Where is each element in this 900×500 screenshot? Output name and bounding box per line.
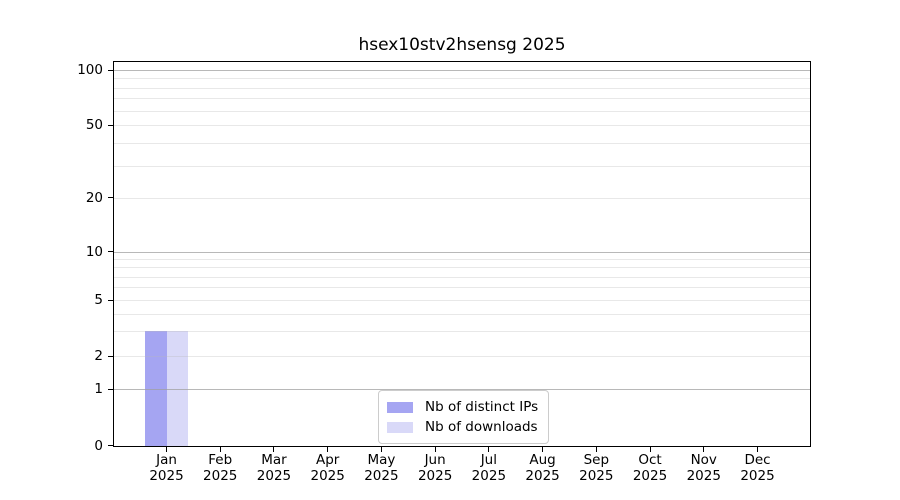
gridline-minor [114, 259, 810, 260]
y-tick-mark [108, 389, 113, 390]
gridline-minor [114, 331, 810, 332]
gridline-major [114, 252, 810, 253]
chart-figure: hsex10stv2hsensg 2025 Nb of distinct IPs… [0, 0, 900, 500]
y-tick-label: 5 [33, 292, 103, 308]
x-tick-label: Aug 2025 [515, 452, 571, 484]
gridline-minor [114, 98, 810, 99]
x-tick-label: Nov 2025 [676, 452, 732, 484]
y-tick-label: 2 [33, 348, 103, 364]
x-tick-label: Apr 2025 [300, 452, 356, 484]
legend-swatch-distinct-ips [387, 402, 413, 413]
x-tick-label: Jun 2025 [407, 452, 463, 484]
gridline-minor [114, 111, 810, 112]
gridline-minor [114, 88, 810, 89]
y-tick-label: 1 [33, 381, 103, 397]
gridline-minor [114, 267, 810, 268]
gridline-minor [114, 166, 810, 167]
y-tick-label: 20 [33, 190, 103, 206]
gridline-minor [114, 277, 810, 278]
gridline-minor [114, 198, 810, 199]
y-tick-mark [108, 197, 113, 198]
y-tick-label: 100 [33, 62, 103, 78]
y-tick-mark [108, 445, 113, 446]
y-tick-mark [108, 251, 113, 252]
gridline-minor [114, 143, 810, 144]
x-tick-label: May 2025 [353, 452, 409, 484]
x-tick-label: Oct 2025 [622, 452, 678, 484]
x-tick-label: Sep 2025 [568, 452, 624, 484]
x-tick-label: Feb 2025 [192, 452, 248, 484]
x-tick-label: Jul 2025 [461, 452, 517, 484]
y-tick-mark [108, 70, 113, 71]
legend-label-downloads: Nb of downloads [425, 419, 538, 435]
y-tick-mark [108, 356, 113, 357]
y-tick-label: 10 [33, 244, 103, 260]
legend-item-distinct-ips: Nb of distinct IPs [387, 397, 538, 417]
y-tick-mark [108, 300, 113, 301]
gridline-minor [114, 356, 810, 357]
gridline-minor [114, 314, 810, 315]
gridline-minor [114, 287, 810, 288]
gridline-major [114, 70, 810, 71]
x-tick-label: Jan 2025 [139, 452, 195, 484]
legend-swatch-downloads [387, 422, 413, 433]
y-tick-label: 50 [33, 117, 103, 133]
legend: Nb of distinct IPs Nb of downloads [378, 390, 549, 444]
gridline-minor [114, 78, 810, 79]
legend-item-downloads: Nb of downloads [387, 417, 538, 437]
gridline-minor [114, 125, 810, 126]
chart-title: hsex10stv2hsensg 2025 [113, 34, 811, 56]
gridline-minor [114, 300, 810, 301]
x-tick-label: Dec 2025 [730, 452, 786, 484]
legend-label-distinct-ips: Nb of distinct IPs [425, 399, 538, 415]
y-tick-mark [108, 125, 113, 126]
x-tick-label: Mar 2025 [246, 452, 302, 484]
y-tick-label: 0 [33, 438, 103, 454]
